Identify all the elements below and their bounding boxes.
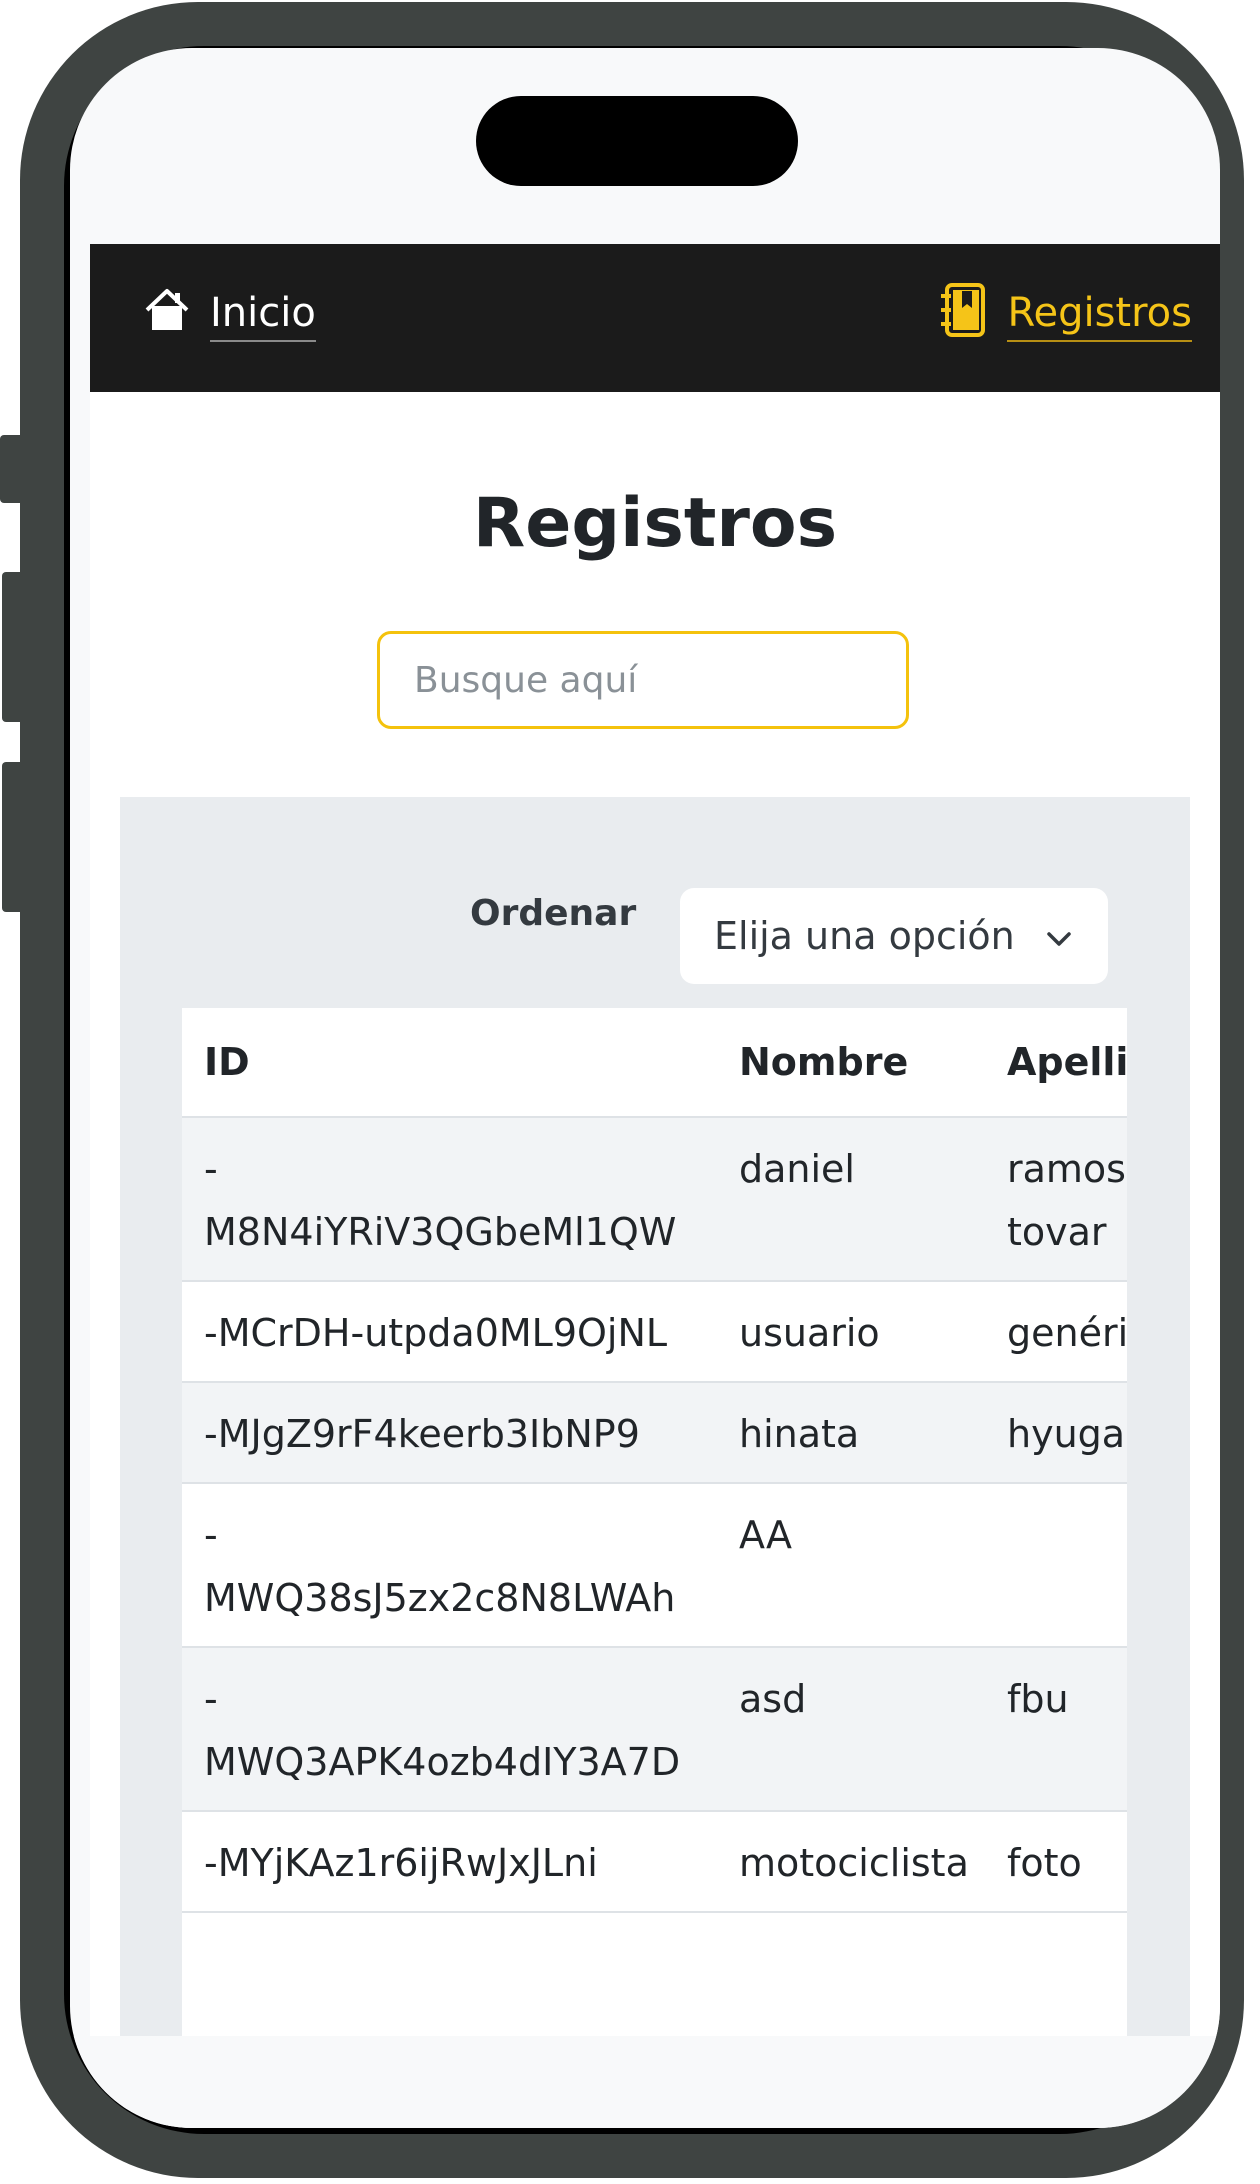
cell-id: - MWQ38sJ5zx2c8N8LWAh [182,1483,717,1647]
sort-label: Ordenar [470,893,637,934]
cell-apellido: genérico [1007,1311,1127,1355]
cell-id: -MYjKAz1r6ijRwJxJLni [204,1841,598,1885]
address-book-icon [939,282,989,348]
nav-records-link[interactable]: Registros [939,283,1192,344]
table-row[interactable]: -MCrDH-utpda0ML9OjNL usuario genérico [182,1281,1127,1382]
sort-select-value: Elija una opción [714,914,1015,958]
cell-apellido: hyuga [1007,1412,1126,1456]
table-row[interactable]: - MWQ38sJ5zx2c8N8LWAh AA [182,1483,1127,1647]
phone-screen: Inicio Registros Registros Busque aquí O… [70,48,1220,2128]
cell-id-text: - MWQ3APK4ozb4dIY3A7D [204,1677,681,1784]
table-row[interactable]: - M8N4iYRiV3QGbeMl1QW daniel ramos tovar [182,1117,1127,1281]
cell-id: -MCrDH-utpda0ML9OjNL [204,1311,668,1355]
nav-home-label: Inicio [210,288,316,342]
records-panel: Ordenar Elija una opción ID Nombre Apell… [120,797,1190,2036]
dynamic-island [476,96,798,186]
records-table-container[interactable]: ID Nombre Apellido -M8N4iYRiV3QGbeMl1QW … [182,1008,1127,2036]
cell-nombre: asd [739,1677,807,1721]
page-title: Registros [472,484,838,563]
cell-nombre: motociclista [739,1841,969,1885]
cell-nombre: AA [739,1513,793,1557]
table-header-row: ID Nombre Apellido [182,1008,1127,1117]
column-header-nombre: Nombre [739,1039,909,1084]
screen-bottom-area [70,2036,1220,2128]
nav-home-link[interactable]: Inicio [142,286,316,344]
table-row[interactable]: -MYjKAz1r6ijRwJxJLni motociclista foto [182,1811,1127,1912]
cell-apellido: ramos tovar [1007,1147,1126,1254]
search-input[interactable] [377,631,909,729]
house-icon [142,285,192,345]
app-viewport: Inicio Registros Registros Busque aquí O… [90,244,1220,2036]
cell-apellido: fbu [1007,1677,1069,1721]
cell-apellido [985,1483,1127,1647]
nav-records-label: Registros [1007,288,1192,342]
cell-id: -MJgZ9rF4keerb3IbNP9 [204,1412,640,1456]
cell-apellido: foto [1007,1841,1082,1885]
sort-select[interactable]: Elija una opción [680,888,1108,984]
phone-volume-up-button [2,572,22,722]
cell-id-text: - M8N4iYRiV3QGbeMl1QW [204,1147,677,1254]
cell-id: - M8N4iYRiV3QGbeMl1QW [182,1117,717,1281]
table-row[interactable]: -MJgZ9rF4keerb3IbNP9 hinata hyuga [182,1382,1127,1483]
navbar: Inicio Registros [90,244,1220,392]
table-row[interactable]: - MWQ3APK4ozb4dIY3A7D asd fbu [182,1647,1127,1811]
cell-nombre: usuario [739,1311,880,1355]
column-header-apellido: Apellido [1007,1039,1127,1084]
cell-id: - MWQ3APK4ozb4dIY3A7D [182,1647,717,1811]
cell-id-text: - MWQ38sJ5zx2c8N8LWAh [204,1513,676,1620]
cell-nombre: hinata [739,1412,860,1456]
chevron-down-icon [1044,914,1074,958]
phone-volume-down-button [2,762,22,912]
records-table: ID Nombre Apellido -M8N4iYRiV3QGbeMl1QW … [182,1008,1127,1913]
cell-nombre: daniel [739,1147,855,1191]
column-header-id: ID [204,1039,250,1084]
